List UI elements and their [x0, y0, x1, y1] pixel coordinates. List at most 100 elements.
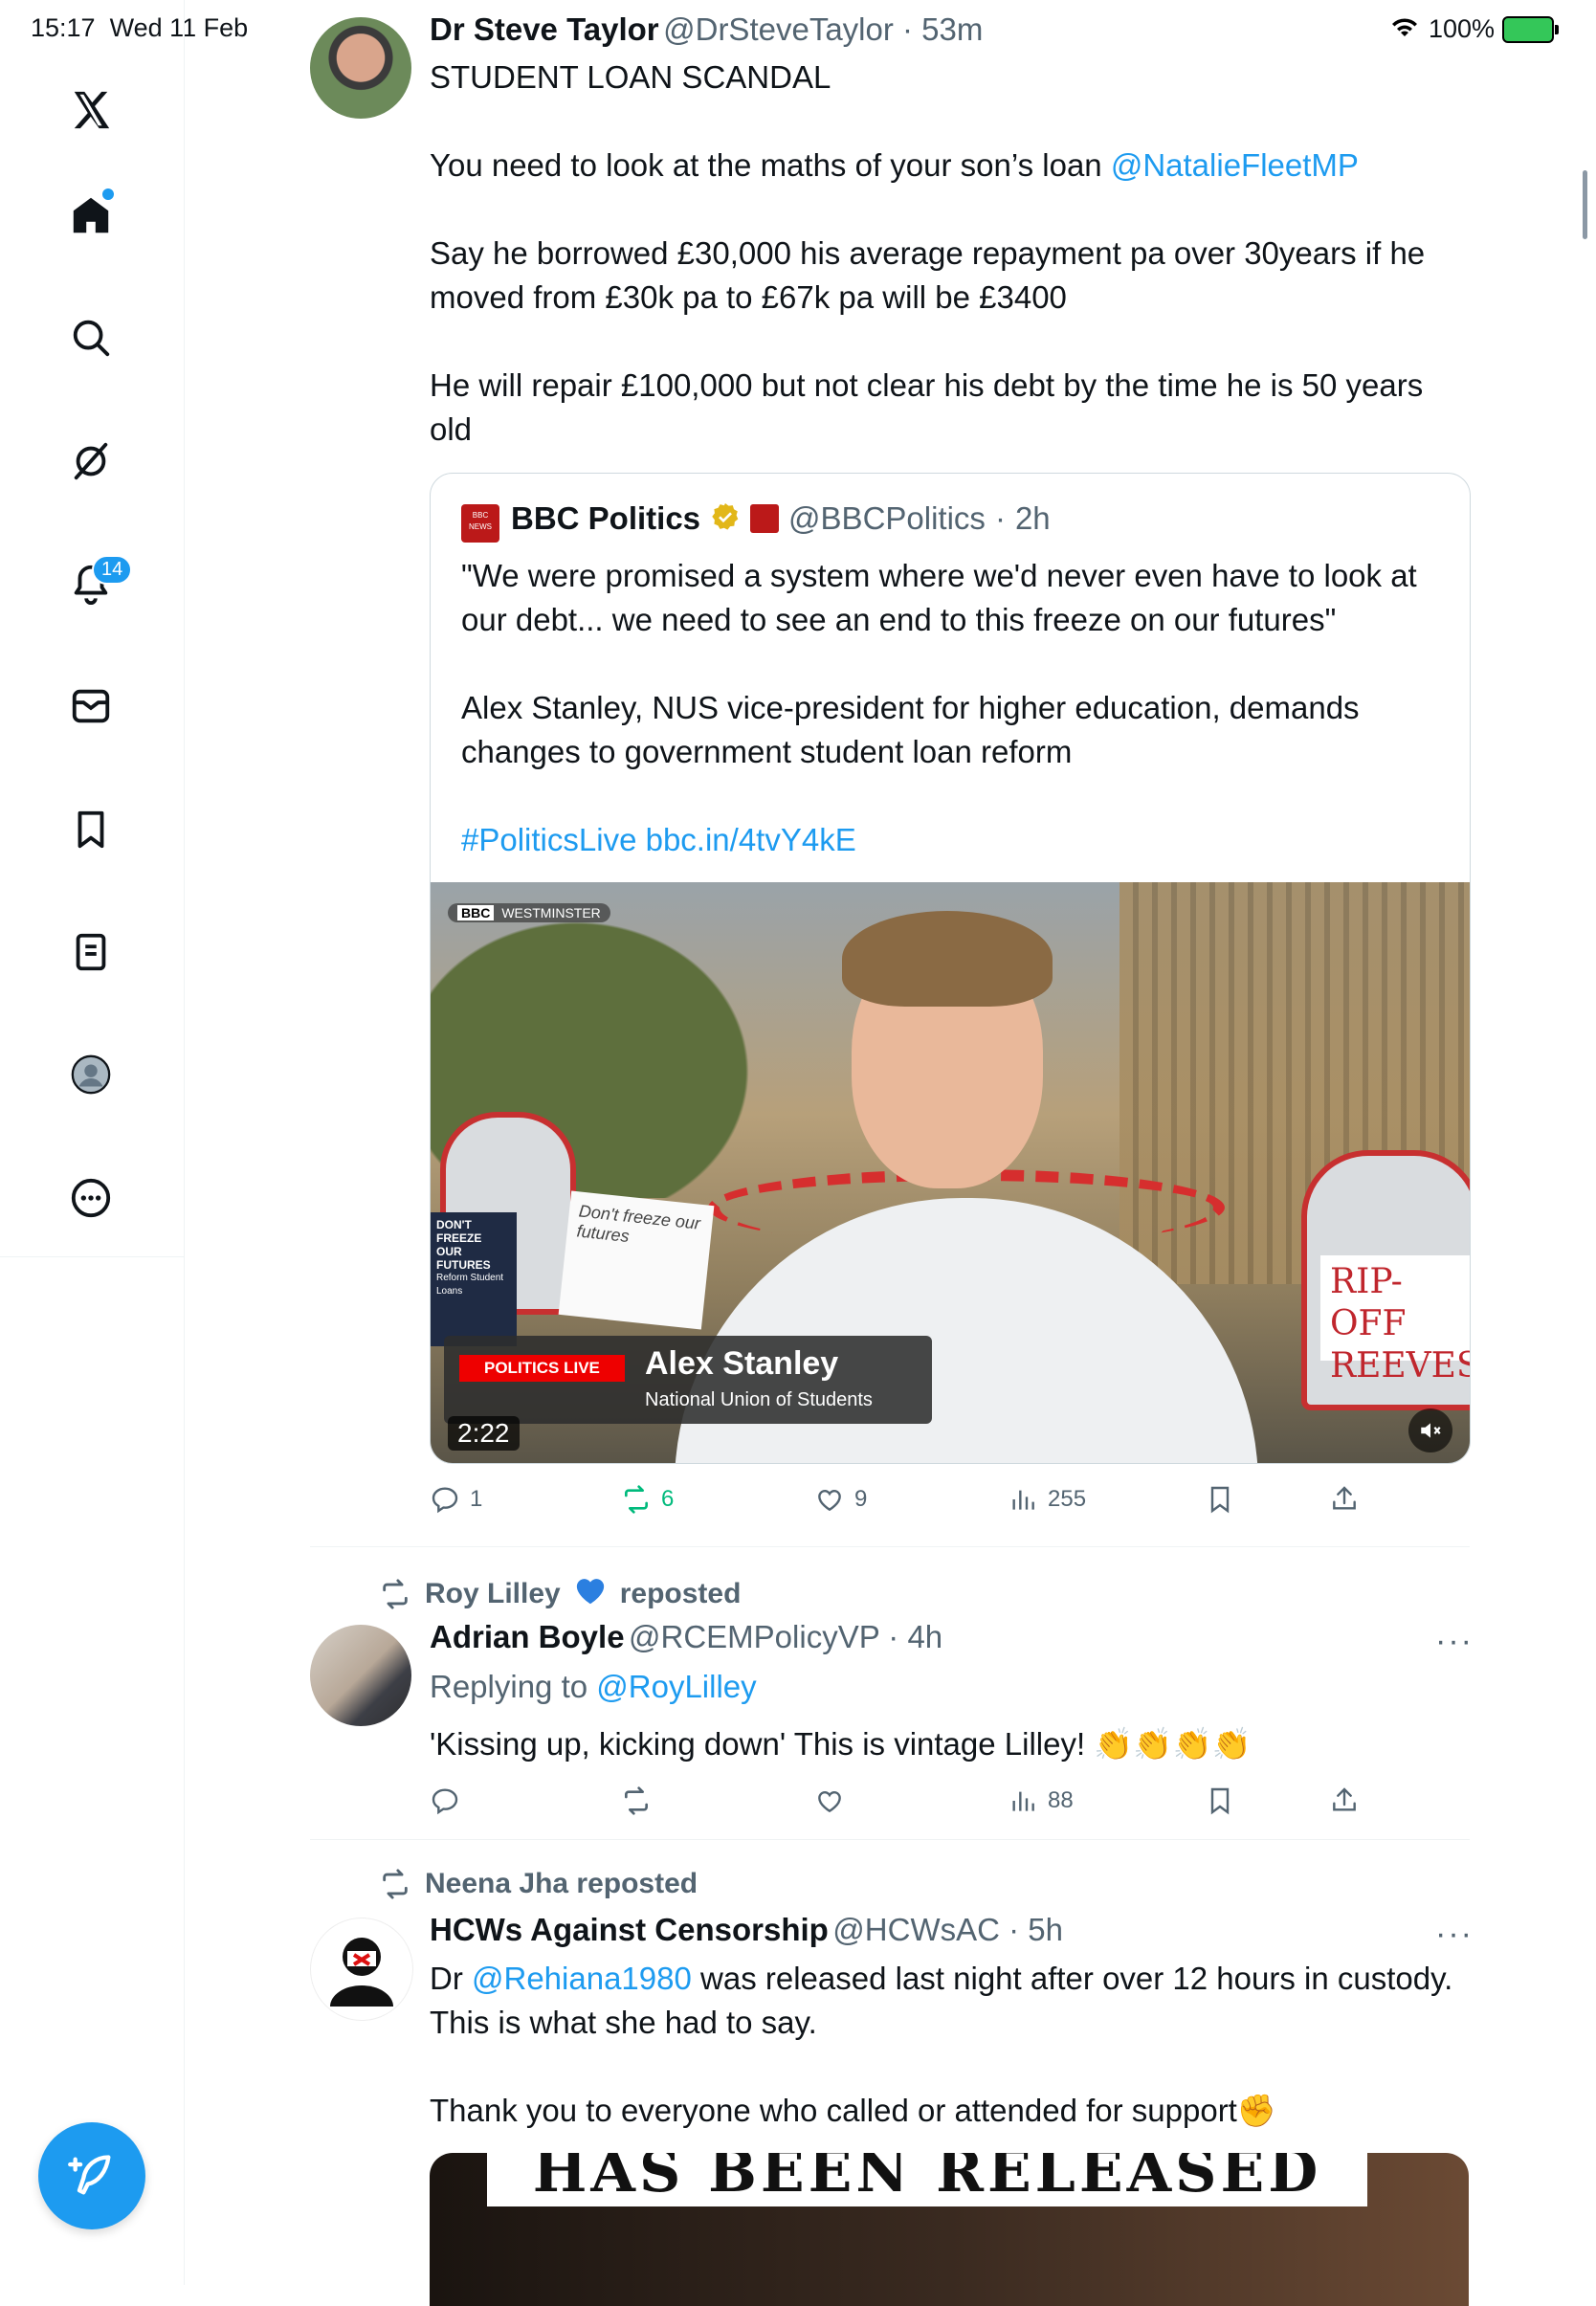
bookmarks-icon[interactable]: [57, 796, 124, 863]
bookmark-icon: [1210, 1486, 1230, 1514]
tweet-image[interactable]: HAS BEEN RELEASED: [430, 2153, 1469, 2306]
tweet-body: 'Kissing up, kicking down' This is vinta…: [430, 1726, 1252, 1762]
mute-button[interactable]: [1408, 1408, 1452, 1452]
quote-tweet-card[interactable]: BBC NEWS BBC Politics @BBCPolitics · 2h "We…: [430, 473, 1471, 1464]
speaker-muted-icon: [1421, 1423, 1441, 1438]
home-notification-dot: [102, 188, 114, 200]
bookmark-button[interactable]: [1205, 1785, 1235, 1816]
url-link[interactable]: bbc.in/4tvY4kE: [646, 822, 856, 857]
quote-author-name[interactable]: BBC Politics: [511, 500, 700, 537]
quote-body: "We were promised a system where we'd ne…: [461, 554, 1447, 862]
sidebar: 14: [0, 0, 185, 2285]
bookmark-icon: [1210, 1787, 1230, 1815]
more-options-icon[interactable]: [57, 1164, 124, 1231]
repost-indicator: Roy Lilley reposted: [379, 1575, 741, 1613]
profile-avatar-icon[interactable]: [57, 1041, 124, 1108]
lists-icon[interactable]: [57, 919, 124, 986]
notifications-badge: 14: [92, 555, 133, 585]
reply-count: 1: [470, 1486, 483, 1512]
verified-gold-badge-icon: [710, 501, 741, 537]
share-icon: [1333, 1787, 1356, 1811]
reply-button[interactable]: 1: [430, 1484, 482, 1515]
tweet-time[interactable]: 4h: [907, 1619, 942, 1654]
author-avatar[interactable]: [310, 1625, 411, 1726]
like-count: 9: [854, 1486, 868, 1512]
tweet-body: Dr @Rehiana1980 was released last night …: [430, 1957, 1473, 2133]
reply-button[interactable]: [430, 1785, 460, 1816]
views-button[interactable]: 88: [1008, 1785, 1074, 1816]
hashtag-link[interactable]: #PoliticsLive: [461, 822, 636, 857]
replying-to: Replying to @RoyLilley: [430, 1669, 757, 1704]
quote-paragraph: "We were promised a system where we'd ne…: [461, 558, 1417, 637]
repost-small-icon: [383, 1579, 408, 1609]
compose-feather-icon: [68, 2155, 111, 2195]
like-button[interactable]: 9: [814, 1484, 867, 1515]
bookmark-button[interactable]: [1205, 1484, 1235, 1515]
tweet-separator: [310, 1546, 1470, 1547]
location-tag: WESTMINSTER: [501, 905, 601, 920]
tweet-time[interactable]: 53m: [921, 11, 983, 47]
search-icon[interactable]: [57, 304, 124, 371]
views-chart-icon: [1012, 1791, 1034, 1811]
scrollbar[interactable]: [1583, 170, 1587, 239]
video-player[interactable]: BBC WESTMINSTER DON'T FREEZE OUR FUTURES…: [431, 882, 1470, 1463]
speaker-name: Alex Stanley: [645, 1345, 839, 1382]
bbc-westminster-tag: BBC WESTMINSTER: [448, 903, 610, 922]
repost-button[interactable]: 6: [621, 1484, 674, 1515]
compose-post-button[interactable]: [38, 2122, 145, 2229]
tweet-body: STUDENT LOAN SCANDAL You need to look at…: [430, 55, 1473, 452]
repost-icon: [625, 1786, 648, 1815]
author-name[interactable]: Dr Steve Taylor: [430, 11, 659, 47]
repost-label: reposted: [619, 1578, 742, 1609]
share-button[interactable]: [1329, 1484, 1360, 1515]
tweet-paragraph: He will repair £100,000 but not clear hi…: [430, 367, 1424, 447]
like-button[interactable]: [814, 1785, 845, 1816]
tweet-actions: 88: [430, 1782, 1473, 1820]
author-handle[interactable]: @DrSteveTaylor: [663, 11, 894, 47]
tweet-line: STUDENT LOAN SCANDAL: [430, 59, 831, 95]
author-avatar[interactable]: [310, 1918, 413, 2021]
repost-small-icon: [383, 1869, 408, 1899]
battery-icon: [1502, 15, 1559, 43]
replying-to-link[interactable]: @RoyLilley: [596, 1669, 756, 1704]
author-handle[interactable]: @RCEMPolicyVP: [629, 1619, 879, 1654]
x-logo-icon[interactable]: [57, 77, 124, 144]
views-button[interactable]: 255: [1008, 1484, 1086, 1515]
mention-link[interactable]: @NatalieFleetMP: [1111, 147, 1359, 183]
heart-icon: [818, 1790, 841, 1813]
wifi-icon: [1388, 13, 1421, 45]
tweet-more-menu[interactable]: ···: [1435, 1916, 1474, 1953]
battery-percentage: 100%: [1428, 14, 1495, 43]
blue-heart-icon: [574, 1575, 607, 1613]
author-name[interactable]: Adrian Boyle: [430, 1619, 625, 1654]
video-duration: 2:22: [448, 1416, 520, 1451]
repost-indicator: Neena Jha reposted: [379, 1868, 698, 1900]
tweet-paragraph: Thank you to everyone who called or atte…: [430, 2093, 1276, 2128]
author-name[interactable]: HCWs Against Censorship: [430, 1912, 829, 1947]
tweet-time[interactable]: 5h: [1028, 1912, 1063, 1947]
repost-button[interactable]: [621, 1785, 652, 1816]
grok-icon[interactable]: [57, 428, 124, 495]
share-button[interactable]: [1329, 1785, 1360, 1816]
tweet-actions: 1 6 9 255: [430, 1480, 1473, 1519]
tweet-header: HCWs Against Censorship @HCWsAC · 5h: [430, 1912, 1063, 1947]
quote-time[interactable]: 2h: [1015, 500, 1051, 537]
reposter-name[interactable]: Neena Jha: [425, 1868, 568, 1899]
author-handle[interactable]: @HCWsAC: [832, 1912, 1000, 1947]
tweet-header: Dr Steve Taylor @DrSteveTaylor · 53m: [430, 11, 984, 47]
protest-sign-left: DON'T FREEZE OUR FUTURES Reform Student …: [431, 1212, 517, 1346]
bbc-news-avatar[interactable]: BBC NEWS: [461, 504, 499, 543]
protest-sign-handwritten: Don't freeze our futures: [558, 1190, 715, 1330]
quote-author-handle[interactable]: @BBCPolitics: [788, 500, 986, 537]
status-bar-right: 100%: [1388, 13, 1559, 45]
reposter-name[interactable]: Roy Lilley: [425, 1578, 561, 1610]
reply-icon: [432, 1788, 458, 1815]
tweet-separator: [310, 1839, 1470, 1840]
bbc-affiliate-icon: [750, 504, 780, 533]
tweet-more-menu[interactable]: ···: [1435, 1623, 1474, 1660]
repost-label: reposted: [576, 1868, 698, 1899]
home-icon[interactable]: [57, 182, 124, 249]
mention-link[interactable]: @Rehiana1980: [472, 1961, 692, 1996]
author-avatar[interactable]: [310, 17, 411, 119]
messages-icon[interactable]: [57, 673, 124, 740]
